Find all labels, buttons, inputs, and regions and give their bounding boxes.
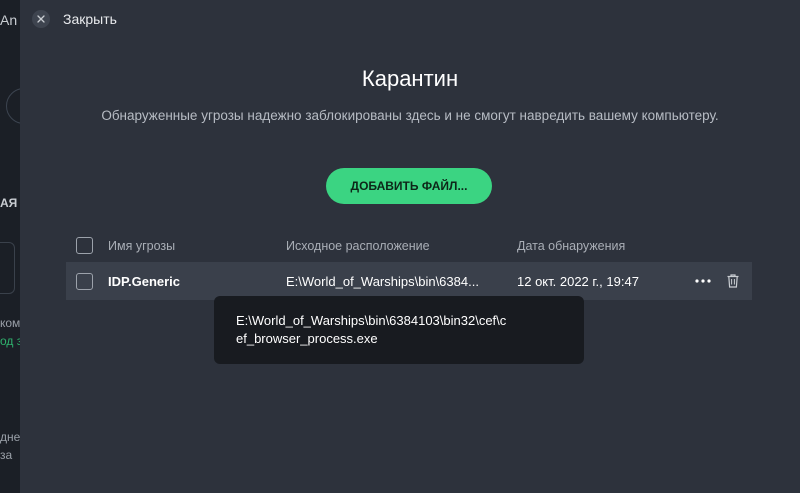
row-checkbox[interactable]	[76, 273, 93, 290]
close-label[interactable]: Закрыть	[63, 11, 117, 27]
background-app-title: An	[0, 12, 18, 28]
background-app-label: ком	[0, 316, 20, 330]
location-tooltip: E:\World_of_Warships\bin\6384103\bin32\c…	[214, 296, 584, 364]
select-all-checkbox[interactable]	[76, 237, 93, 254]
tooltip-line: E:\World_of_Warships\bin\6384103\bin32\c…	[236, 313, 507, 328]
add-file-button[interactable]: ДОБАВИТЬ ФАЙЛ...	[326, 168, 492, 204]
background-app-label: дне	[0, 430, 20, 444]
table-row[interactable]: IDP.Generic E:\World_of_Warships\bin\638…	[66, 262, 752, 300]
column-header-date[interactable]: Дата обнаружения	[517, 239, 625, 253]
page-description: Обнаруженные угрозы надежно заблокирован…	[101, 108, 719, 123]
column-header-threat-name[interactable]: Имя угрозы	[108, 239, 175, 253]
tooltip-text: E:\World_of_Warships\bin\6384103\bin32\c…	[236, 312, 566, 348]
detection-date: 12 окт. 2022 г., 19:47	[517, 274, 639, 289]
quarantine-panel: Закрыть Карантин Обнаруженные угрозы над…	[20, 0, 800, 493]
close-icon[interactable]	[32, 10, 50, 28]
background-app-box	[0, 242, 15, 294]
background-app-label: АЯ З	[0, 196, 20, 210]
background-app-label: од з	[0, 334, 20, 348]
close-button[interactable]: Закрыть	[32, 10, 117, 28]
trash-icon[interactable]	[725, 273, 741, 289]
threat-location: E:\World_of_Warships\bin\6384...	[286, 274, 479, 289]
background-app-window: An АЯ З ком од з дне за	[0, 0, 20, 493]
background-app-circle	[6, 88, 20, 124]
background-app-label: за	[0, 448, 13, 462]
tooltip-line: ef_browser_process.exe	[236, 331, 378, 346]
page-title: Карантин	[361, 66, 459, 91]
more-options-icon[interactable]	[695, 273, 711, 289]
threat-name: IDP.Generic	[108, 274, 181, 289]
column-header-location[interactable]: Исходное расположение	[286, 239, 430, 253]
